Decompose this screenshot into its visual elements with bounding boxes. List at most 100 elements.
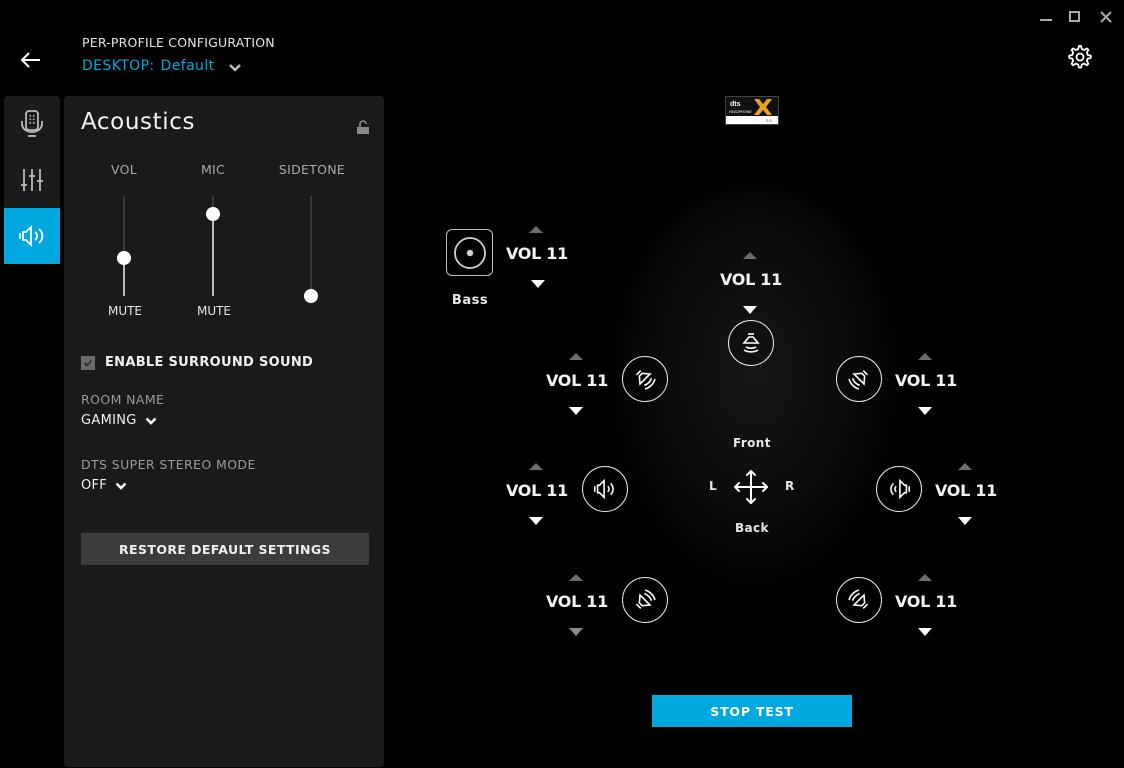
front-right-volume-down[interactable] <box>918 407 932 415</box>
panel-title: Acoustics <box>81 109 196 135</box>
side-right-speaker-button[interactable] <box>876 466 922 512</box>
mic-mute-label: MUTE <box>196 304 232 318</box>
vol-mute-label: MUTE <box>107 304 143 318</box>
front-right-volume-control: VOL 11 <box>895 353 957 415</box>
speaker-center-icon <box>742 333 760 353</box>
rear-right-volume-up[interactable] <box>918 574 932 581</box>
center-volume-down[interactable] <box>743 306 757 314</box>
dts-product: HEADPHONE <box>729 110 752 114</box>
bass-label: Bass <box>451 293 489 308</box>
surround-sound-toggle[interactable]: ENABLE SURROUND SOUND <box>81 355 313 370</box>
bass-speaker-button[interactable] <box>446 229 493 276</box>
rear-right-volume-control: VOL 11 <box>895 574 957 636</box>
arrow-left-icon <box>20 52 40 68</box>
mic-slider[interactable] <box>206 196 220 296</box>
rear-left-volume-up[interactable] <box>569 574 583 581</box>
dts-brand: dts <box>730 101 741 108</box>
surround-checkbox[interactable] <box>81 355 95 370</box>
side-right-volume-up[interactable] <box>958 463 972 470</box>
speaker-front-right-icon <box>848 369 869 390</box>
speaker-surround-icon <box>19 224 44 248</box>
side-left-speaker-button[interactable] <box>582 466 628 512</box>
side-right-volume-control: VOL 11 <box>935 463 997 525</box>
tab-equalizer[interactable] <box>4 152 60 208</box>
side-left-volume-value: VOL 11 <box>506 481 568 500</box>
lock-button[interactable] <box>356 120 370 135</box>
rear-left-speaker-button[interactable] <box>622 577 668 623</box>
unlock-icon <box>357 120 369 134</box>
sidetone-slider-label: SIDETONE <box>278 162 346 177</box>
page-title: PER-PROFILE CONFIGURATION <box>82 35 275 50</box>
speaker-side-left-icon <box>593 478 614 500</box>
stop-test-button[interactable]: STOP TEST <box>652 695 852 727</box>
center-speaker-button[interactable] <box>728 320 774 366</box>
gear-icon <box>1068 45 1092 69</box>
tab-microphone[interactable] <box>4 96 60 152</box>
minimize-button[interactable] <box>1037 8 1055 26</box>
front-left-volume-up[interactable] <box>569 353 583 360</box>
sidebar-tabs <box>4 96 60 264</box>
bass-volume-up[interactable] <box>529 226 543 233</box>
vol-slider-knob[interactable] <box>117 251 131 265</box>
right-label: R <box>785 479 795 493</box>
back-label: Back <box>735 521 769 535</box>
chevron-down-icon <box>115 482 127 490</box>
close-button[interactable] <box>1097 8 1115 26</box>
bass-volume-control: VOL 11 <box>506 226 568 288</box>
dts-mode-dropdown[interactable]: OFF <box>81 478 127 493</box>
center-volume-up[interactable] <box>743 252 757 259</box>
speaker-rear-right-icon <box>848 589 869 610</box>
speaker-rear-left-icon <box>635 589 656 610</box>
dts-headphone-x-logo: dts HEADPHONE 2.0 <box>725 96 779 125</box>
side-right-volume-down[interactable] <box>958 517 972 525</box>
rear-right-speaker-button[interactable] <box>836 577 882 623</box>
dts-mode-label: DTS SUPER STEREO MODE <box>81 457 256 472</box>
rear-right-volume-value: VOL 11 <box>895 592 957 611</box>
rear-left-volume-down[interactable] <box>569 628 583 636</box>
move-arrows-icon <box>734 470 768 504</box>
vol-slider[interactable] <box>117 196 131 296</box>
front-label: Front <box>733 436 771 450</box>
side-right-volume-value: VOL 11 <box>935 481 997 500</box>
front-left-volume-down[interactable] <box>569 407 583 415</box>
microphone-icon <box>21 110 43 137</box>
rotate-handle[interactable] <box>733 469 769 505</box>
profile-value: Default <box>160 58 215 74</box>
checkmark-icon <box>83 359 93 367</box>
restore-defaults-button[interactable]: RESTORE DEFAULT SETTINGS <box>81 533 369 565</box>
bass-volume-value: VOL 11 <box>506 244 568 263</box>
maximize-icon <box>1069 11 1080 22</box>
side-left-volume-up[interactable] <box>529 463 543 470</box>
mic-slider-knob[interactable] <box>206 207 220 221</box>
maximize-button[interactable] <box>1066 8 1084 26</box>
subwoofer-icon <box>453 236 486 269</box>
front-left-speaker-button[interactable] <box>622 356 668 402</box>
profile-selector[interactable]: DESKTOP: Default <box>82 58 241 74</box>
sidetone-slider[interactable] <box>304 196 318 303</box>
center-volume-control: VOL 11 <box>720 252 782 314</box>
speaker-front-left-icon <box>635 369 656 390</box>
vol-slider-label: VOL <box>110 162 138 177</box>
surround-label: ENABLE SURROUND SOUND <box>105 355 314 370</box>
speaker-side-right-icon <box>890 478 911 500</box>
back-button[interactable] <box>18 48 44 72</box>
rear-left-volume-value: VOL 11 <box>546 592 608 611</box>
front-right-volume-up[interactable] <box>918 353 932 360</box>
settings-button[interactable] <box>1066 43 1094 71</box>
side-left-volume-down[interactable] <box>529 517 543 525</box>
tab-acoustics[interactable] <box>4 208 60 264</box>
room-name-label: ROOM NAME <box>81 392 165 407</box>
center-volume-value: VOL 11 <box>720 270 782 289</box>
dts-version: 2.0 <box>766 118 772 123</box>
front-right-speaker-button[interactable] <box>836 356 882 402</box>
sidetone-slider-knob[interactable] <box>304 289 318 303</box>
mic-slider-fill <box>212 214 214 296</box>
rear-right-volume-down[interactable] <box>918 628 932 636</box>
chevron-down-icon <box>145 417 157 425</box>
minimize-icon <box>1040 19 1052 21</box>
side-left-volume-control: VOL 11 <box>506 463 568 525</box>
close-icon <box>1100 11 1112 23</box>
front-right-volume-value: VOL 11 <box>895 371 957 390</box>
bass-volume-down[interactable] <box>531 280 545 288</box>
room-name-dropdown[interactable]: GAMING <box>81 413 157 428</box>
